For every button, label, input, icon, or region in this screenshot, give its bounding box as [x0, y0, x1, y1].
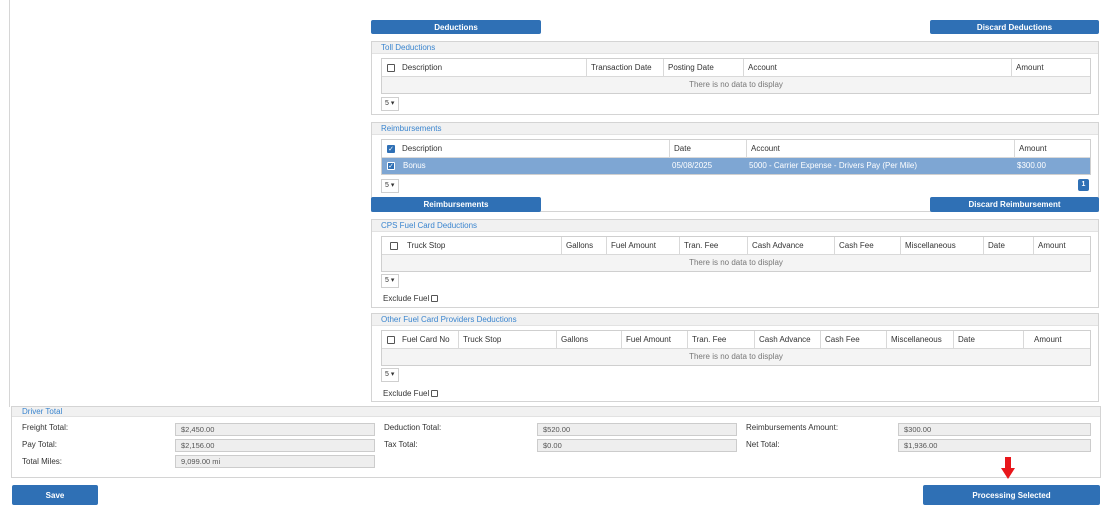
table-row[interactable]: ✓ Bonus 05/08/2025 5000 - Carrier Expens…: [382, 158, 1090, 174]
row-date: 05/08/2025: [672, 161, 713, 170]
total-miles-label: Total Miles:: [22, 457, 63, 466]
other-fuel-card-section: Other Fuel Card Providers Deductions Fue…: [371, 313, 1099, 402]
column-header[interactable]: Tran. Fee: [679, 237, 747, 255]
column-header[interactable]: Amount: [1023, 331, 1090, 349]
reimbursements-amount-field: $300.00: [898, 423, 1091, 436]
column-header[interactable]: Truck Stop: [458, 331, 556, 349]
column-header[interactable]: Truck Stop: [403, 237, 561, 255]
deduction-total-field: $520.00: [537, 423, 737, 436]
toll-deductions-section: Toll Deductions Description Transaction …: [371, 41, 1099, 115]
row-description: Bonus: [403, 161, 426, 170]
row-amount: $300.00: [1017, 161, 1046, 170]
reimbursements-amount-label: Reimbursements Amount:: [746, 423, 839, 432]
column-header[interactable]: Posting Date: [663, 59, 743, 77]
empty-message: There is no data to display: [382, 77, 1090, 93]
column-header[interactable]: Fuel Amount: [606, 237, 679, 255]
section-title: Toll Deductions: [372, 42, 1098, 54]
total-miles-field: 9,099.00 mi: [175, 455, 375, 468]
column-header[interactable]: Tran. Fee: [687, 331, 754, 349]
page-number-button[interactable]: 1: [1078, 179, 1089, 191]
column-header[interactable]: Fuel Card No: [398, 331, 458, 349]
column-header[interactable]: Description: [398, 140, 669, 158]
deduction-total-label: Deduction Total:: [384, 423, 442, 432]
freight-total-field: $2,450.00: [175, 423, 375, 436]
column-header[interactable]: Description: [398, 59, 586, 77]
column-header[interactable]: Gallons: [561, 237, 606, 255]
pay-total-field: $2,156.00: [175, 439, 375, 452]
discard-reimbursement-button[interactable]: Discard Reimbursement: [930, 197, 1099, 212]
row-account: 5000 - Carrier Expense - Drivers Pay (Pe…: [749, 161, 918, 170]
grid-header: Description Transaction Date Posting Dat…: [382, 59, 1090, 77]
page-size-select[interactable]: 5 ▾: [381, 368, 399, 382]
processing-selected-button[interactable]: Processing Selected: [923, 485, 1100, 505]
grid-header: Fuel Card No Truck Stop Gallons Fuel Amo…: [382, 331, 1090, 349]
select-all-checkbox[interactable]: ✓: [387, 145, 395, 153]
tax-total-field: $0.00: [537, 439, 737, 452]
column-header[interactable]: Gallons: [556, 331, 621, 349]
column-header[interactable]: Date: [983, 237, 1033, 255]
column-header[interactable]: Date: [669, 140, 746, 158]
driver-total-panel: Driver Total Freight Total: $2,450.00 Pa…: [11, 406, 1101, 478]
column-header[interactable]: Account: [746, 140, 1014, 158]
discard-deductions-button[interactable]: Discard Deductions: [930, 20, 1099, 34]
column-header[interactable]: Cash Fee: [834, 237, 900, 255]
page-size-select[interactable]: 5 ▾: [381, 179, 399, 193]
exclude-fuel-checkbox[interactable]: [431, 295, 439, 302]
select-all-checkbox[interactable]: [387, 64, 395, 72]
arrow-down-icon: [1001, 457, 1015, 479]
section-title: Reimbursements: [372, 123, 1098, 135]
exclude-fuel-toggle[interactable]: Exclude Fuel: [383, 294, 439, 303]
pay-total-label: Pay Total:: [22, 440, 57, 449]
column-header[interactable]: Cash Fee: [820, 331, 886, 349]
net-total-label: Net Total:: [746, 440, 780, 449]
left-divider: [9, 0, 10, 407]
section-title: CPS Fuel Card Deductions: [372, 220, 1098, 232]
page-size-select[interactable]: 5 ▾: [381, 97, 399, 111]
column-header[interactable]: Miscellaneous: [900, 237, 983, 255]
cps-grid: Truck Stop Gallons Fuel Amount Tran. Fee…: [381, 236, 1091, 272]
column-header[interactable]: Date: [953, 331, 1023, 349]
tax-total-label: Tax Total:: [384, 440, 418, 449]
column-header[interactable]: Amount: [1033, 237, 1090, 255]
grid-header: ✓ Description Date Account Amount: [382, 140, 1090, 158]
row-checkbox[interactable]: ✓: [387, 162, 395, 170]
column-header[interactable]: Amount: [1011, 59, 1090, 77]
grid-header: Truck Stop Gallons Fuel Amount Tran. Fee…: [382, 237, 1090, 255]
page-size-select[interactable]: 5 ▾: [381, 274, 399, 288]
column-header[interactable]: Fuel Amount: [621, 331, 687, 349]
toll-grid: Description Transaction Date Posting Dat…: [381, 58, 1091, 94]
exclude-fuel-toggle[interactable]: Exclude Fuel: [383, 389, 439, 398]
driver-total-title: Driver Total: [12, 407, 1100, 417]
empty-message: There is no data to display: [382, 255, 1090, 271]
column-header[interactable]: Account: [743, 59, 1011, 77]
section-title: Other Fuel Card Providers Deductions: [372, 314, 1098, 326]
deductions-button[interactable]: Deductions: [371, 20, 541, 34]
column-header[interactable]: Cash Advance: [754, 331, 820, 349]
cps-fuel-card-section: CPS Fuel Card Deductions Truck Stop Gall…: [371, 219, 1099, 308]
net-total-field: $1,936.00: [898, 439, 1091, 452]
column-header[interactable]: Amount: [1014, 140, 1090, 158]
column-header[interactable]: Transaction Date: [586, 59, 663, 77]
column-header[interactable]: Miscellaneous: [886, 331, 953, 349]
reimbursements-grid: ✓ Description Date Account Amount ✓ Bonu…: [381, 139, 1091, 175]
select-all-checkbox[interactable]: [387, 336, 395, 344]
freight-total-label: Freight Total:: [22, 423, 69, 432]
reimbursements-button[interactable]: Reimbursements: [371, 197, 541, 212]
empty-message: There is no data to display: [382, 349, 1090, 365]
save-button[interactable]: Save: [12, 485, 98, 505]
other-grid: Fuel Card No Truck Stop Gallons Fuel Amo…: [381, 330, 1091, 366]
select-all-checkbox[interactable]: [390, 242, 398, 250]
column-header[interactable]: Cash Advance: [747, 237, 834, 255]
exclude-fuel-checkbox[interactable]: [431, 390, 439, 397]
